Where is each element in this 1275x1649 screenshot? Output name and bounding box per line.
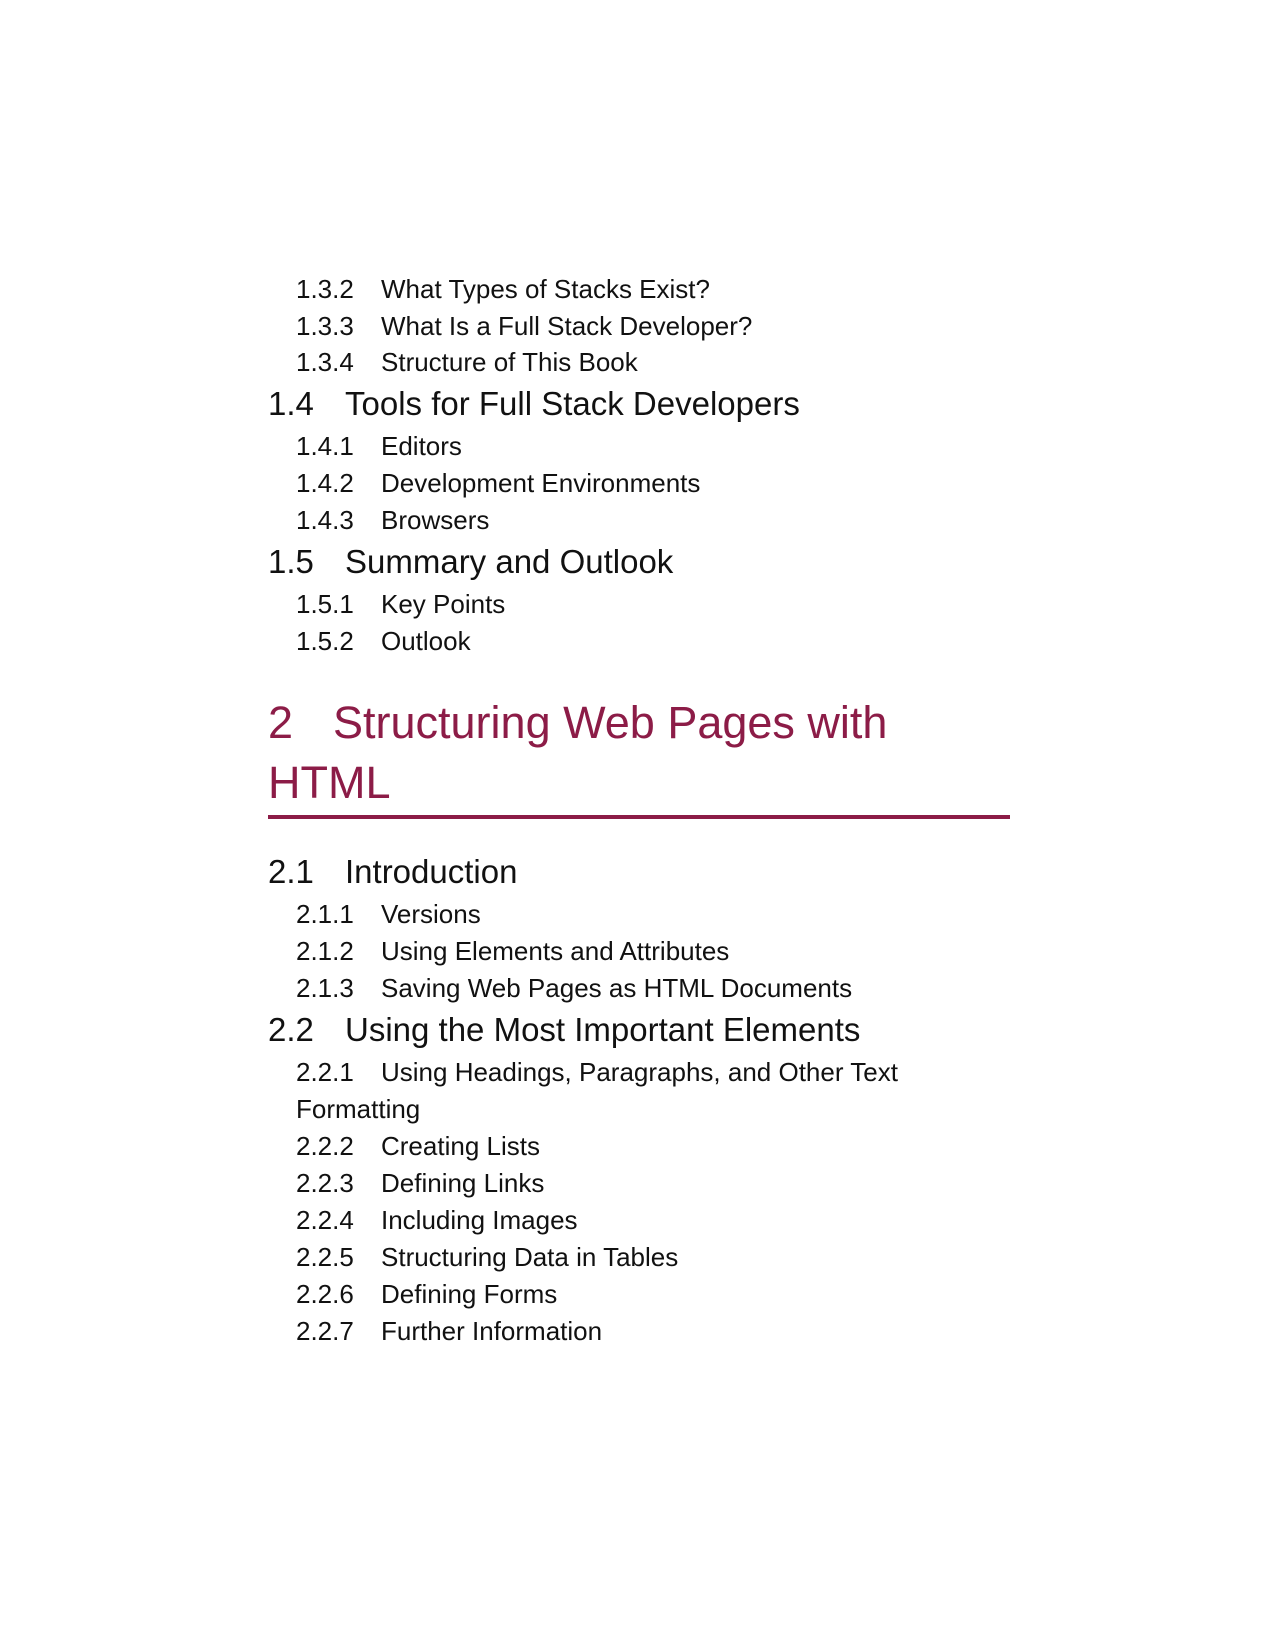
toc-entry-number: 2.1.3 [296, 973, 354, 1003]
chapter-number: 2 [268, 697, 294, 748]
toc-entry-title: Saving Web Pages as HTML Documents [381, 973, 853, 1003]
toc-entry-title: Creating Lists [381, 1131, 540, 1161]
toc-entry-title: Structure of This Book [381, 347, 638, 377]
toc-section-number: 1.4 [268, 385, 314, 422]
toc-entry-1-4-2[interactable]: 1.4.2 Development Environments [296, 467, 700, 499]
toc-section-title: Introduction [345, 853, 518, 890]
toc-entry-number: 2.1.2 [296, 936, 354, 966]
toc-section-title: Tools for Full Stack Developers [345, 385, 800, 422]
toc-entry-1-5-2[interactable]: 1.5.2 Outlook [296, 625, 471, 657]
toc-entry-1-4-3[interactable]: 1.4.3 Browsers [296, 504, 489, 536]
toc-section-1-4[interactable]: 1.4 Tools for Full Stack Developers [268, 384, 800, 424]
chapter-divider [268, 815, 1010, 819]
toc-entry-number: 2.2.6 [296, 1279, 354, 1309]
toc-entry-title: Versions [381, 899, 481, 929]
toc-entry-title: Editors [381, 431, 462, 461]
toc-entry-number: 1.5.1 [296, 589, 354, 619]
toc-entry-title: Using Elements and Attributes [381, 936, 730, 966]
toc-entry-title: Key Points [381, 589, 506, 619]
toc-section-number: 2.2 [268, 1011, 314, 1048]
toc-entry-title: Outlook [381, 626, 471, 656]
toc-entry-title: Browsers [381, 505, 490, 535]
toc-entry-number: 2.2.4 [296, 1205, 354, 1235]
toc-entry-1-3-2[interactable]: 1.3.2 What Types of Stacks Exist? [296, 273, 710, 305]
toc-entry-number: 2.2.3 [296, 1168, 354, 1198]
toc-entry-number: 1.4.3 [296, 505, 354, 535]
toc-entry-number: 1.3.4 [296, 347, 354, 377]
toc-entry-number: 2.1.1 [296, 899, 354, 929]
toc-entry-1-3-4[interactable]: 1.3.4 Structure of This Book [296, 346, 638, 378]
toc-entry-number: 2.2.2 [296, 1131, 354, 1161]
toc-entry-2-2-1[interactable]: 2.2.1 Using Headings, Paragraphs, and Oth… [296, 1056, 898, 1088]
chapter-title-line-1: 2 Structuring Web Pages with [268, 693, 1010, 753]
toc-entry-title-continuation: Formatting [296, 1094, 421, 1124]
toc-entry-number: 2.2.5 [296, 1242, 354, 1272]
toc-entry-1-5-1[interactable]: 1.5.1 Key Points [296, 588, 505, 620]
toc-entry-number: 1.4.1 [296, 431, 354, 461]
toc-entry-2-1-3[interactable]: 2.1.3 Saving Web Pages as HTML Documents [296, 972, 852, 1004]
toc-section-number: 2.1 [268, 853, 314, 890]
toc-entry-2-2-4[interactable]: 2.2.4 Including Images [296, 1204, 578, 1236]
toc-entry-title: Development Environments [381, 468, 701, 498]
toc-chapter-2[interactable]: 2 Structuring Web Pages with HTML [268, 693, 1010, 813]
toc-entry-1-4-1[interactable]: 1.4.1 Editors [296, 430, 462, 462]
chapter-title: Structuring Web Pages with [333, 697, 888, 748]
toc-section-number: 1.5 [268, 543, 314, 580]
toc-entry-1-3-3[interactable]: 1.3.3 What Is a Full Stack Developer? [296, 310, 752, 342]
toc-entry-2-1-2[interactable]: 2.1.2 Using Elements and Attributes [296, 935, 729, 967]
toc-section-title: Summary and Outlook [345, 543, 674, 580]
toc-entry-2-2-5[interactable]: 2.2.5 Structuring Data in Tables [296, 1241, 678, 1273]
toc-section-title: Using the Most Important Elements [345, 1011, 861, 1048]
toc-entry-number: 2.2.1 [296, 1057, 354, 1087]
toc-entry-title: What Types of Stacks Exist? [381, 274, 710, 304]
toc-entry-2-1-1[interactable]: 2.1.1 Versions [296, 898, 481, 930]
toc-entry-number: 1.5.2 [296, 626, 354, 656]
toc-entry-2-2-6[interactable]: 2.2.6 Defining Forms [296, 1278, 557, 1310]
toc-page: 1.3.2 What Types of Stacks Exist? 1.3.3 Wh… [0, 0, 1275, 1649]
toc-entry-title: Further Information [381, 1316, 603, 1346]
chapter-title-line-2: HTML [268, 757, 391, 808]
toc-entry-2-2-7[interactable]: 2.2.7 Further Information [296, 1315, 602, 1347]
toc-section-2-2[interactable]: 2.2 Using the Most Important Elements [268, 1010, 860, 1050]
toc-entry-number: 1.3.3 [296, 311, 354, 341]
toc-entry-number: 1.3.2 [296, 274, 354, 304]
toc-entry-2-2-3[interactable]: 2.2.3 Defining Links [296, 1167, 544, 1199]
toc-section-2-1[interactable]: 2.1 Introduction [268, 852, 517, 892]
toc-entry-title: Including Images [381, 1205, 578, 1235]
toc-entry-title: Structuring Data in Tables [381, 1242, 679, 1272]
toc-entry-title: Using Headings, Paragraphs, and Other Te… [381, 1057, 898, 1087]
toc-section-1-5[interactable]: 1.5 Summary and Outlook [268, 542, 673, 582]
toc-entry-title: What Is a Full Stack Developer? [381, 311, 753, 341]
toc-entry-number: 2.2.7 [296, 1316, 354, 1346]
toc-entry-2-2-2[interactable]: 2.2.2 Creating Lists [296, 1130, 540, 1162]
toc-entry-title: Defining Forms [381, 1279, 558, 1309]
toc-entry-number: 1.4.2 [296, 468, 354, 498]
toc-entry-title: Defining Links [381, 1168, 545, 1198]
